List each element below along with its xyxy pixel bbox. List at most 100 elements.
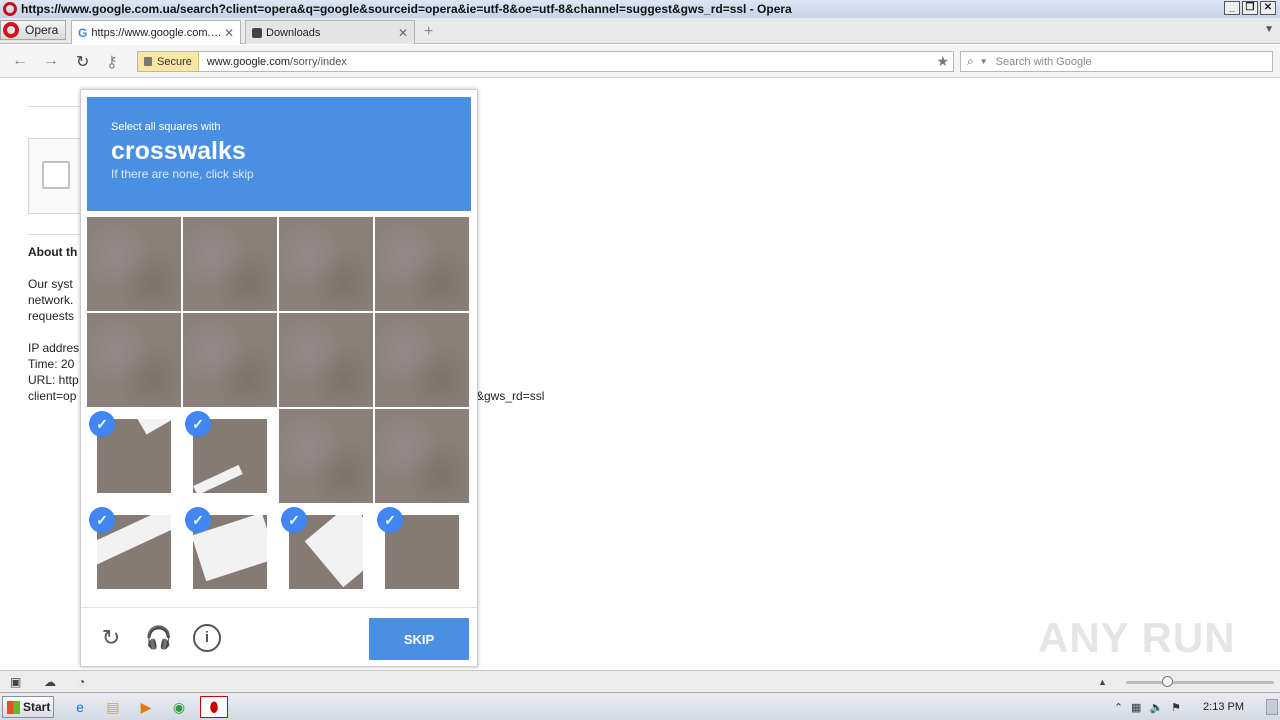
- chevron-up-icon[interactable]: ▲: [1098, 677, 1107, 687]
- tab-label: https://www.google.com.ua/search?client=…: [91, 26, 224, 39]
- show-desktop-button[interactable]: [1266, 699, 1278, 715]
- file-explorer-icon[interactable]: ▤: [99, 696, 127, 718]
- url-text[interactable]: www.google.com/sorry/index: [207, 56, 347, 68]
- info-line: URL: http: [28, 373, 79, 387]
- tab-downloads[interactable]: Downloads ✕: [245, 20, 415, 44]
- grid-tile[interactable]: [279, 217, 373, 311]
- windows-taskbar: Start e ▤ ▶ ◉ ⬮ ⌃ ▦ 🔈 ⚑ 2:13 PM: [0, 692, 1280, 720]
- checkmark-icon: ✓: [89, 507, 115, 533]
- tab-google-search[interactable]: G https://www.google.com.ua/search?clien…: [71, 20, 241, 44]
- speed-dial-icon[interactable]: ◔: [78, 675, 85, 689]
- volume-icon[interactable]: 🔈: [1149, 701, 1163, 714]
- grid-tile[interactable]: [183, 313, 277, 407]
- tab-bar: Opera G https://www.google.com.ua/search…: [0, 18, 1280, 44]
- internet-explorer-icon[interactable]: e: [66, 696, 94, 718]
- challenge-hint: If there are none, click skip: [111, 167, 254, 181]
- navigation-bar: ← → ↻ ⚷ Secure www.google.com/sorry/inde…: [0, 45, 1280, 78]
- downloads-icon: [252, 27, 262, 38]
- start-label: Start: [23, 700, 51, 714]
- grid-tile[interactable]: [279, 409, 373, 503]
- reload-challenge-icon[interactable]: ↻: [97, 624, 125, 652]
- checkmark-icon: ✓: [185, 411, 211, 437]
- grid-tile-selected[interactable]: ✓: [183, 505, 277, 599]
- divider: [28, 234, 88, 235]
- url-tail-text: &gws_rd=ssl: [476, 389, 545, 403]
- about-heading: About th: [28, 245, 78, 259]
- checkmark-icon: ✓: [185, 507, 211, 533]
- info-line: Our syst: [28, 277, 73, 291]
- forward-arrow-icon[interactable]: →: [43, 52, 59, 70]
- grid-tile-selected[interactable]: ✓: [375, 505, 469, 599]
- back-arrow-icon[interactable]: ←: [12, 52, 28, 70]
- tray-expand-icon[interactable]: ⌃: [1114, 701, 1123, 714]
- tab-menu-chevron-icon[interactable]: ▼: [1264, 24, 1274, 35]
- restore-button[interactable]: ❐: [1242, 1, 1258, 15]
- secure-label: Secure: [157, 55, 192, 68]
- media-player-icon[interactable]: ▶: [132, 696, 160, 718]
- grid-tile-selected[interactable]: ✓: [183, 409, 277, 503]
- challenge-target: crosswalks: [111, 137, 246, 165]
- url-host: www.google.com: [206, 55, 291, 68]
- grid-tile-selected[interactable]: ✓: [87, 409, 181, 503]
- grid-tile[interactable]: [87, 313, 181, 407]
- window-controls: _ ❐ ✕: [1224, 1, 1276, 15]
- grid-tile-selected[interactable]: ✓: [279, 505, 373, 599]
- bookmark-star-icon[interactable]: ★: [936, 53, 949, 70]
- minimize-button[interactable]: _: [1224, 1, 1240, 15]
- action-center-flag-icon[interactable]: ⚑: [1171, 701, 1181, 714]
- grid-tile[interactable]: [87, 217, 181, 311]
- zoom-slider-track[interactable]: [1126, 681, 1274, 684]
- challenge-header: Select all squares with crosswalks If th…: [87, 97, 471, 211]
- key-icon[interactable]: ⚷: [106, 52, 118, 72]
- window-title: https://www.google.com.ua/search?client=…: [21, 2, 792, 16]
- lock-icon: [144, 57, 152, 66]
- opera-menu-button[interactable]: Opera: [0, 20, 66, 40]
- challenge-instruction: Select all squares with: [111, 121, 221, 133]
- recaptcha-checkbox[interactable]: [42, 161, 70, 189]
- grid-tile[interactable]: [375, 217, 469, 311]
- opera-logo-icon: [3, 22, 19, 38]
- url-path: /sorry/index: [290, 55, 347, 68]
- tab-label: Downloads: [266, 26, 321, 39]
- grid-tile[interactable]: [375, 313, 469, 407]
- cloud-icon[interactable]: ☁: [44, 675, 56, 689]
- close-window-button[interactable]: ✕: [1260, 1, 1276, 15]
- grid-tile[interactable]: [183, 217, 277, 311]
- divider: [28, 106, 88, 107]
- search-icon: ⌕: [967, 54, 974, 68]
- skip-button[interactable]: SKIP: [369, 618, 469, 660]
- search-placeholder: Search with Google: [995, 55, 1092, 68]
- close-tab-icon[interactable]: ✕: [224, 26, 234, 40]
- chrome-icon[interactable]: ◉: [165, 696, 193, 718]
- audio-challenge-headphones-icon[interactable]: 🎧: [145, 624, 173, 652]
- info-line: network.: [28, 293, 74, 307]
- recaptcha-challenge: Select all squares with crosswalks If th…: [80, 89, 478, 667]
- search-box[interactable]: ⌕ ▼ Search with Google: [960, 51, 1273, 72]
- secure-badge[interactable]: Secure: [138, 52, 199, 71]
- info-line: IP addres: [28, 341, 80, 355]
- status-bar: ▣ ☁ ◔ ▲: [0, 670, 1280, 692]
- checkmark-icon: ✓: [377, 507, 403, 533]
- address-bar[interactable]: Secure www.google.com/sorry/index ★: [137, 51, 954, 72]
- reload-icon[interactable]: ↻: [76, 52, 89, 72]
- clock[interactable]: 2:13 PM: [1203, 701, 1244, 713]
- close-tab-icon[interactable]: ✕: [398, 26, 408, 40]
- system-tray: ⌃ ▦ 🔈 ⚑ 2:13 PM: [1106, 693, 1280, 720]
- challenge-footer: ↻ 🎧 i SKIP: [81, 607, 477, 666]
- grid-tile[interactable]: [279, 313, 373, 407]
- chevron-down-icon[interactable]: ▼: [980, 57, 988, 66]
- grid-tile[interactable]: [375, 409, 469, 503]
- grid-tile-selected[interactable]: ✓: [87, 505, 181, 599]
- panel-toggle-icon[interactable]: ▣: [10, 675, 21, 689]
- info-line: requests: [28, 309, 75, 323]
- image-grid: ✓ ✓ ✓ ✓ ✓ ✓: [87, 217, 471, 601]
- info-line: Time: 20: [28, 357, 75, 371]
- watermark-logo: ANY RUN: [1038, 614, 1236, 661]
- opera-taskbar-icon[interactable]: ⬮: [200, 696, 228, 718]
- zoom-slider-handle[interactable]: [1162, 676, 1173, 687]
- info-icon[interactable]: i: [193, 624, 221, 652]
- google-favicon-icon: G: [78, 25, 88, 40]
- new-tab-icon[interactable]: +: [424, 23, 433, 41]
- start-button[interactable]: Start: [2, 696, 54, 718]
- network-icon[interactable]: ▦: [1131, 701, 1141, 714]
